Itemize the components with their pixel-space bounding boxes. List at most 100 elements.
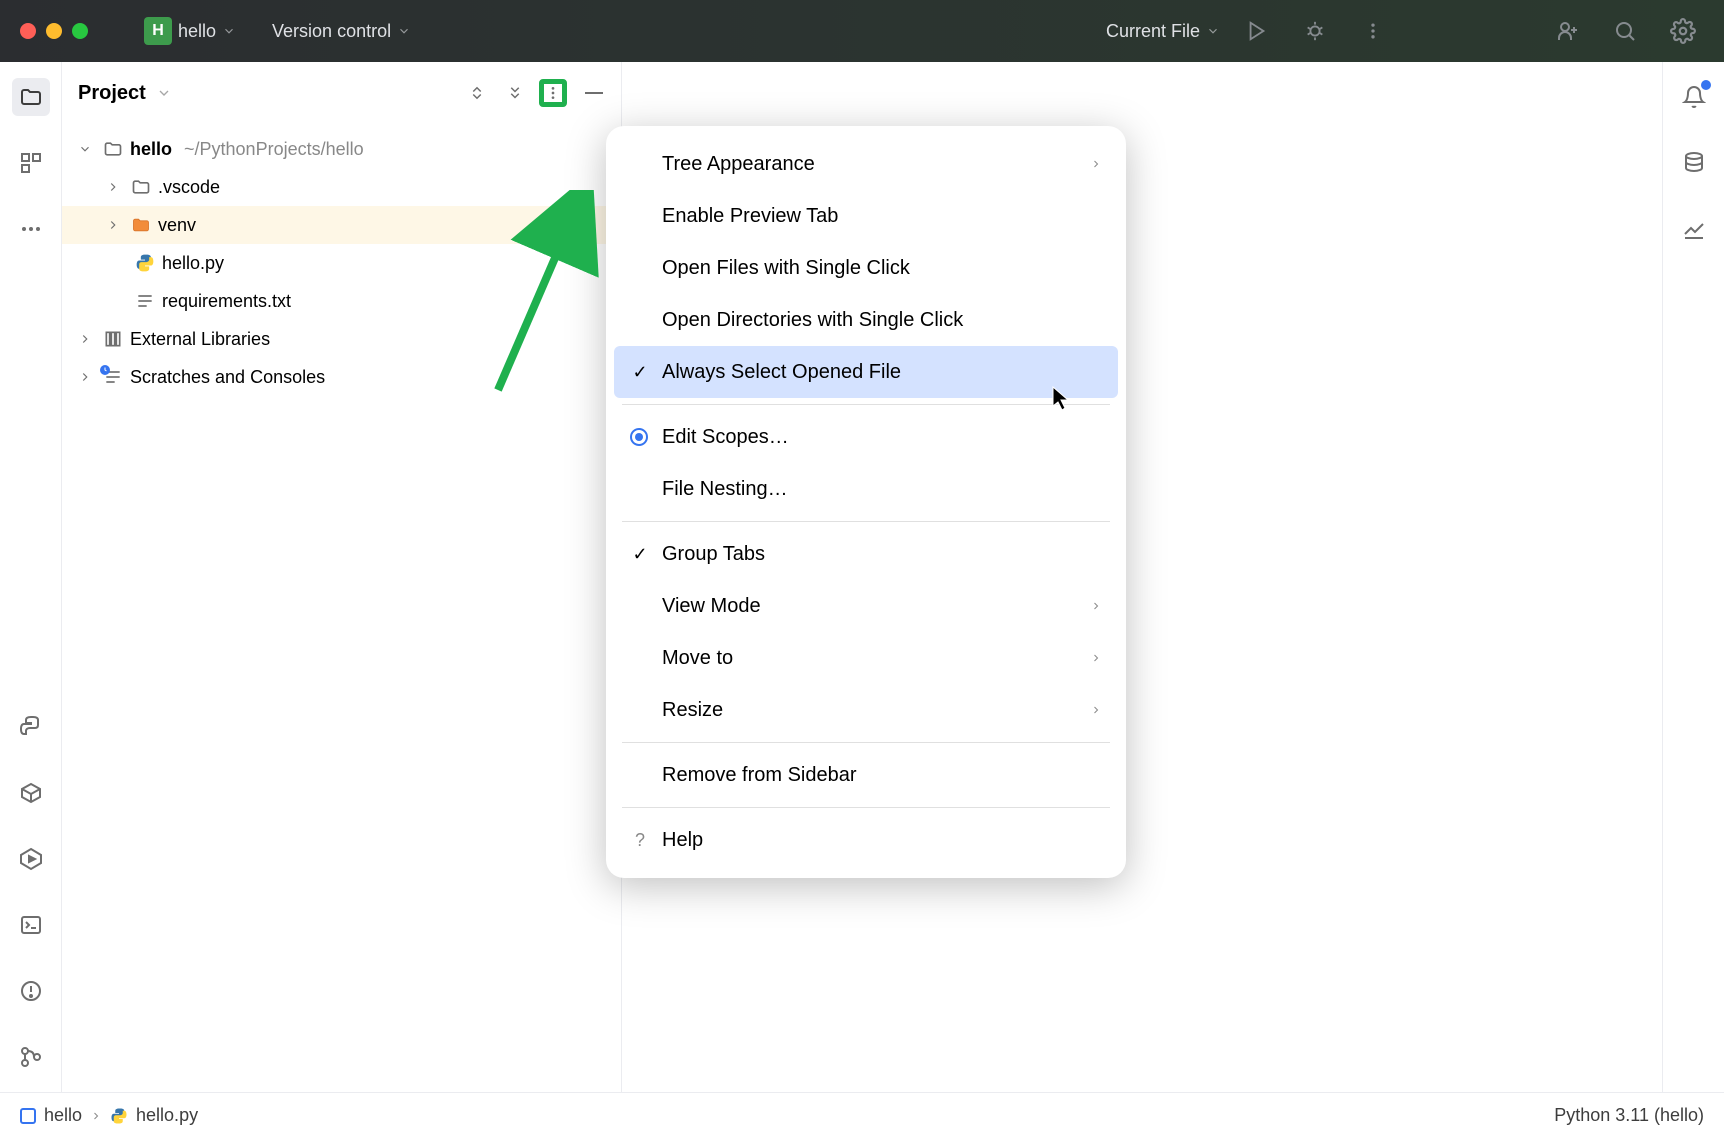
menu-item-label: Group Tabs [662, 543, 1102, 566]
chevron-right-icon [1090, 652, 1102, 664]
vcs-menu[interactable]: Version control [272, 21, 411, 42]
menu-item-always-select[interactable]: ✓Always Select Opened File [614, 346, 1118, 398]
folder-icon [130, 177, 152, 197]
vcs-label: Version control [272, 21, 391, 42]
folder-icon [102, 139, 124, 159]
breadcrumb-file: hello.py [136, 1105, 198, 1126]
tree-row-external-libraries[interactable]: External Libraries [62, 320, 621, 358]
python-console-icon[interactable] [12, 708, 50, 746]
tree-item-label: hello.py [162, 253, 224, 274]
tree-row-venv[interactable]: venv [62, 206, 621, 244]
tree-item-label: venv [158, 215, 196, 236]
scratches-icon [102, 367, 124, 387]
menu-item-label: Tree Appearance [662, 153, 1078, 176]
run-config-label: Current File [1106, 21, 1200, 42]
menu-item-view-mode[interactable]: View Mode [606, 580, 1126, 632]
menu-item-tree-appearance[interactable]: Tree Appearance [606, 138, 1126, 190]
tree-item-label: .vscode [158, 177, 220, 198]
tree-root-path: ~/PythonProjects/hello [184, 139, 364, 160]
sidebar-title[interactable]: Project [78, 82, 146, 105]
project-badge-icon: H [144, 17, 172, 45]
menu-item-file-nesting[interactable]: File Nesting… [606, 463, 1126, 515]
project-sidebar: Project [62, 62, 622, 1092]
python-file-icon [134, 253, 156, 273]
left-tool-rail [0, 62, 62, 1092]
menu-item-label: File Nesting… [662, 478, 1102, 501]
problems-icon[interactable] [12, 972, 50, 1010]
menu-item-label: View Mode [662, 595, 1078, 618]
interpreter-label[interactable]: Python 3.11 (hello) [1554, 1105, 1704, 1126]
chevron-right-icon [1090, 600, 1102, 612]
more-horizontal-icon[interactable] [12, 210, 50, 248]
notification-badge [1701, 80, 1711, 90]
tree-row-root[interactable]: hello ~/PythonProjects/hello [62, 130, 621, 168]
menu-item-label: Open Files with Single Click [662, 257, 1102, 280]
expand-collapse-icon[interactable] [463, 79, 491, 107]
tree-row-scratches[interactable]: Scratches and Consoles [62, 358, 621, 396]
tree-row-vscode[interactable]: .vscode [62, 168, 621, 206]
folder-excluded-icon [130, 215, 152, 235]
chevron-down-icon[interactable] [156, 85, 172, 101]
minimize-window-icon[interactable] [46, 23, 62, 39]
project-sidebar-header: Project [62, 62, 621, 124]
chart-icon[interactable] [1675, 210, 1713, 248]
menu-separator [622, 404, 1110, 405]
collaborate-icon[interactable] [1554, 18, 1580, 44]
tree-item-label: External Libraries [130, 329, 270, 350]
hide-sidebar-icon[interactable] [577, 79, 605, 107]
chevron-right-icon [1090, 704, 1102, 716]
tree-row-hello-py[interactable]: hello.py [62, 244, 621, 282]
packages-icon[interactable] [12, 774, 50, 812]
close-window-icon[interactable] [20, 23, 36, 39]
project-name-label: hello [178, 21, 216, 42]
chevron-right-icon [78, 332, 96, 346]
maximize-window-icon[interactable] [72, 23, 88, 39]
chevron-down-icon [78, 142, 96, 156]
menu-item-open-dirs-single[interactable]: Open Directories with Single Click [606, 294, 1126, 346]
chevron-down-icon [222, 24, 236, 38]
menu-item-label: Move to [662, 647, 1078, 670]
run-config-selector[interactable]: Current File [1106, 21, 1220, 42]
menu-item-help[interactable]: ?Help [606, 814, 1126, 866]
menu-item-remove-sidebar[interactable]: Remove from Sidebar [606, 749, 1126, 801]
radio-icon [630, 428, 650, 446]
library-icon [102, 329, 124, 349]
database-icon[interactable] [1675, 144, 1713, 182]
services-icon[interactable] [12, 840, 50, 878]
options-context-menu: Tree Appearance Enable Preview Tab Open … [606, 126, 1126, 878]
check-icon: ✓ [630, 544, 650, 565]
tree-row-requirements[interactable]: requirements.txt [62, 282, 621, 320]
more-vertical-icon[interactable] [1360, 18, 1386, 44]
chevron-right-icon [78, 370, 96, 384]
structure-tool-icon[interactable] [12, 144, 50, 182]
debug-icon[interactable] [1302, 18, 1328, 44]
menu-separator [622, 807, 1110, 808]
search-icon[interactable] [1612, 18, 1638, 44]
menu-separator [622, 521, 1110, 522]
settings-icon[interactable] [1670, 18, 1696, 44]
window-controls [20, 23, 88, 39]
tree-item-label: Scratches and Consoles [130, 367, 325, 388]
menu-item-edit-scopes[interactable]: Edit Scopes… [606, 411, 1126, 463]
menu-item-open-files-single[interactable]: Open Files with Single Click [606, 242, 1126, 294]
right-tool-rail [1662, 62, 1724, 1092]
menu-item-enable-preview[interactable]: Enable Preview Tab [606, 190, 1126, 242]
run-icon[interactable] [1244, 18, 1270, 44]
menu-item-label: Remove from Sidebar [662, 764, 1102, 787]
menu-item-group-tabs[interactable]: ✓ Group Tabs [606, 528, 1126, 580]
breadcrumb[interactable]: hello hello.py [20, 1105, 198, 1126]
collapse-all-icon[interactable] [501, 79, 529, 107]
titlebar: H hello Version control Current File [0, 0, 1724, 62]
chevron-right-icon [106, 218, 124, 232]
project-tool-icon[interactable] [12, 78, 50, 116]
menu-item-label: Enable Preview Tab [662, 205, 1102, 228]
chevron-right-icon [90, 1110, 102, 1122]
options-kebab-icon[interactable] [539, 79, 567, 107]
menu-separator [622, 742, 1110, 743]
menu-item-move-to[interactable]: Move to [606, 632, 1126, 684]
vcs-tool-icon[interactable] [12, 1038, 50, 1076]
terminal-icon[interactable] [12, 906, 50, 944]
notifications-icon[interactable] [1675, 78, 1713, 116]
project-selector[interactable]: H hello [144, 17, 236, 45]
menu-item-resize[interactable]: Resize [606, 684, 1126, 736]
